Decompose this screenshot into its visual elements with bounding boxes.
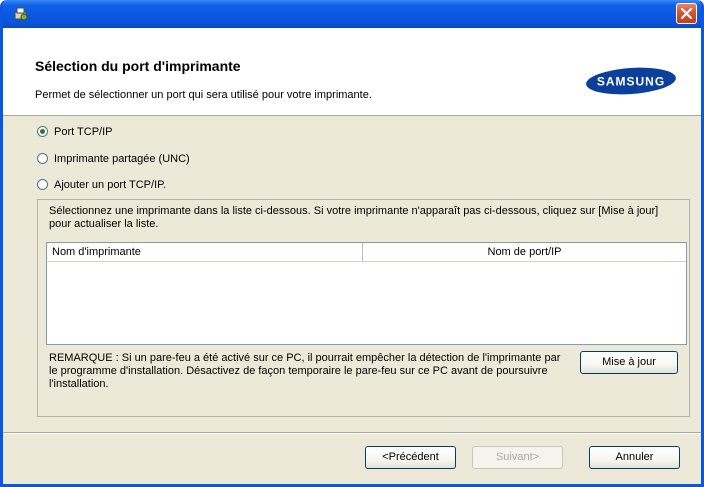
radio-port-tcpip[interactable]: Port TCP/IP: [37, 124, 112, 139]
installer-app-icon: [13, 6, 29, 22]
radio-add-tcpip-port[interactable]: Ajouter un port TCP/IP.: [37, 177, 166, 192]
radio-label: Port TCP/IP: [54, 125, 113, 138]
close-button[interactable]: [676, 3, 697, 24]
column-header-port-ip[interactable]: Nom de port/IP: [363, 243, 686, 261]
update-button[interactable]: Mise à jour: [580, 351, 678, 374]
radio-circle[interactable]: [37, 153, 48, 164]
back-button[interactable]: <Précédent: [365, 446, 456, 469]
radio-label: Imprimante partagée (UNC): [54, 152, 190, 165]
printer-list[interactable]: Nom d'imprimante Nom de port/IP: [46, 242, 687, 345]
close-icon: [681, 8, 692, 19]
installer-window: Sélection du port d'imprimante Permet de…: [0, 0, 704, 487]
page-title: Sélection du port d'imprimante: [35, 58, 241, 74]
radio-shared-printer-unc[interactable]: Imprimante partagée (UNC): [37, 151, 190, 166]
samsung-logo: SAMSUNG: [585, 66, 677, 96]
printer-list-header: Nom d'imprimante Nom de port/IP: [47, 243, 686, 262]
column-header-printer-name[interactable]: Nom d'imprimante: [47, 243, 363, 261]
next-button[interactable]: Suivant>: [472, 446, 563, 469]
footer-divider: [3, 432, 701, 434]
radio-label: Ajouter un port TCP/IP.: [54, 178, 167, 191]
radio-circle-selected[interactable]: [37, 126, 48, 137]
cancel-button[interactable]: Annuler: [589, 446, 680, 469]
svg-text:SAMSUNG: SAMSUNG: [597, 75, 665, 89]
page-subtitle: Permet de sélectionner un port qui sera …: [35, 89, 372, 101]
instruction-text: Sélectionnez une imprimante dans la list…: [49, 205, 659, 230]
radio-circle[interactable]: [37, 179, 48, 190]
wizard-header: Sélection du port d'imprimante Permet de…: [3, 28, 701, 116]
firewall-note: REMARQUE : Si un pare-feu a été activé s…: [49, 352, 561, 390]
title-bar[interactable]: [3, 0, 701, 28]
